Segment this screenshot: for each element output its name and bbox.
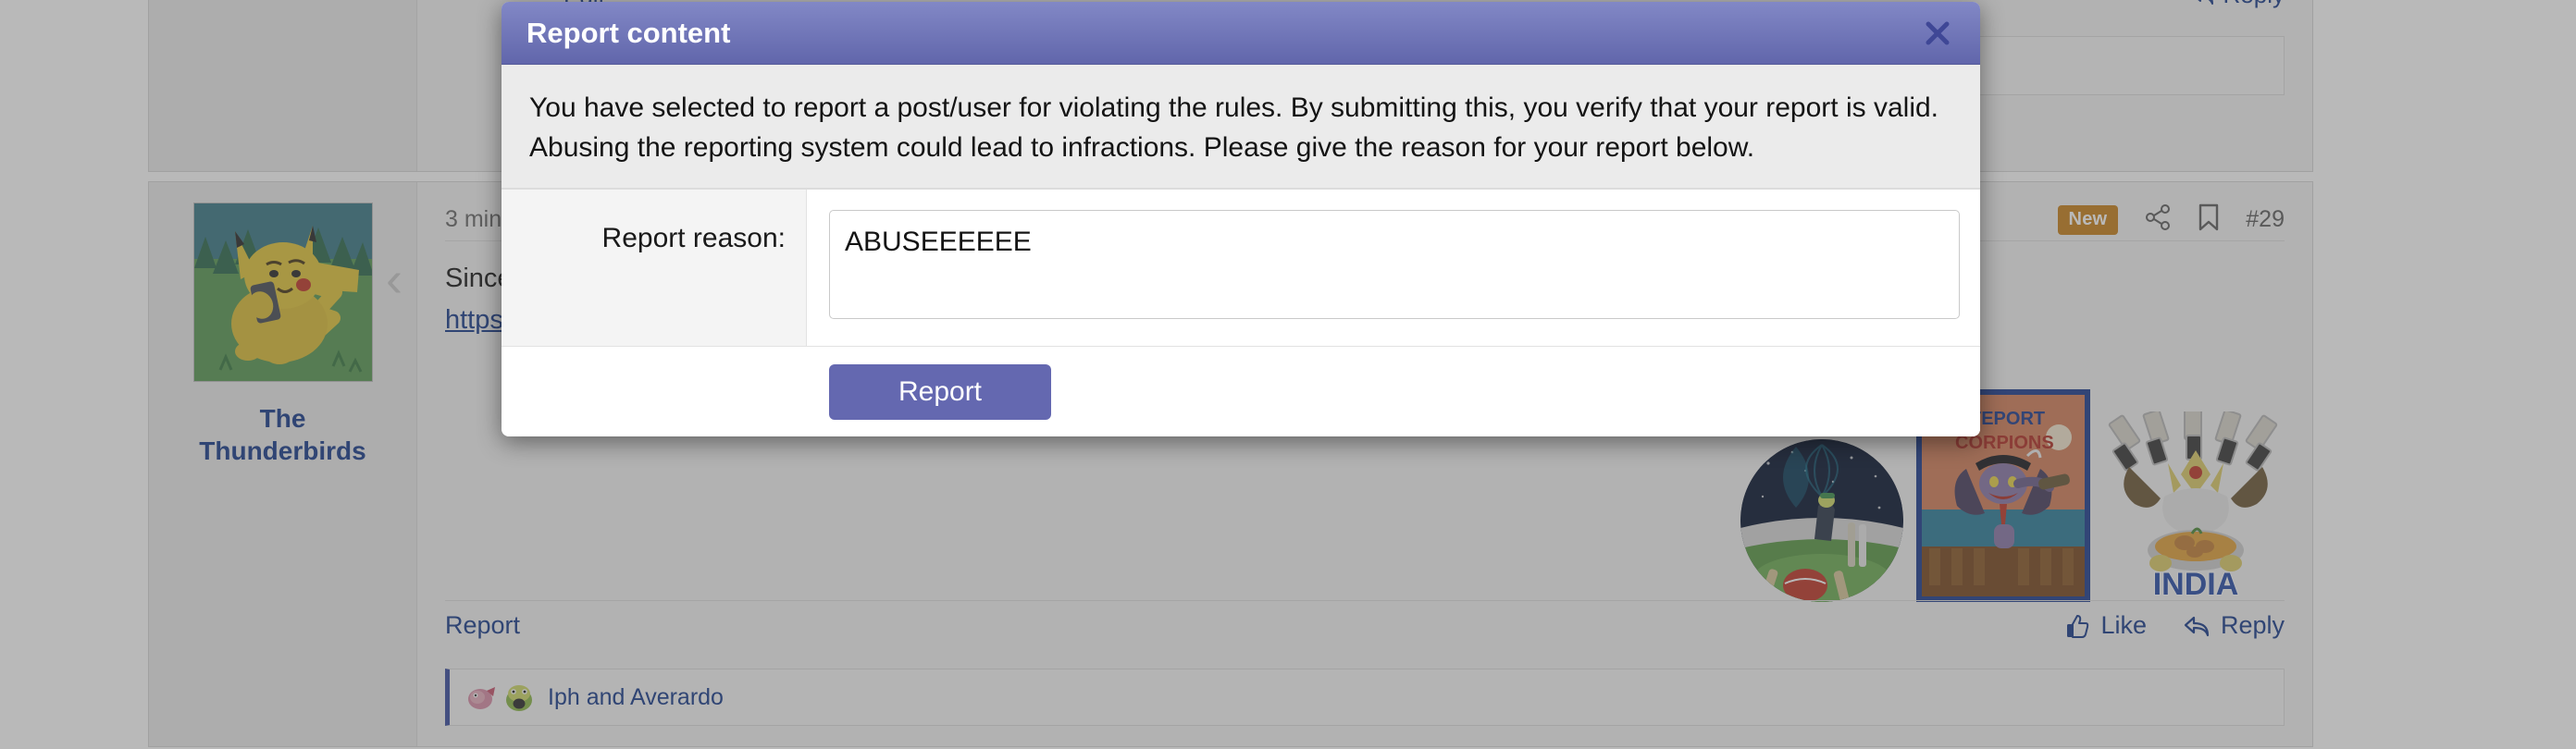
- modal-header: Report content: [502, 2, 1980, 65]
- report-reason-field-cell: [807, 190, 1980, 345]
- report-reason-label-cell: Report reason:: [502, 190, 807, 346]
- modal-footer: Report: [502, 346, 1980, 436]
- modal-title: Report content: [526, 16, 731, 49]
- close-x-icon[interactable]: [1917, 13, 1958, 54]
- report-content-modal: Report content You have selected to repo…: [502, 2, 1980, 436]
- modal-description: You have selected to report a post/user …: [502, 65, 1980, 190]
- submit-report-button[interactable]: Report: [829, 363, 1051, 420]
- report-reason-input[interactable]: [829, 210, 1960, 320]
- modal-form-row: Report reason:: [502, 189, 1980, 346]
- report-reason-label: Report reason:: [601, 223, 786, 254]
